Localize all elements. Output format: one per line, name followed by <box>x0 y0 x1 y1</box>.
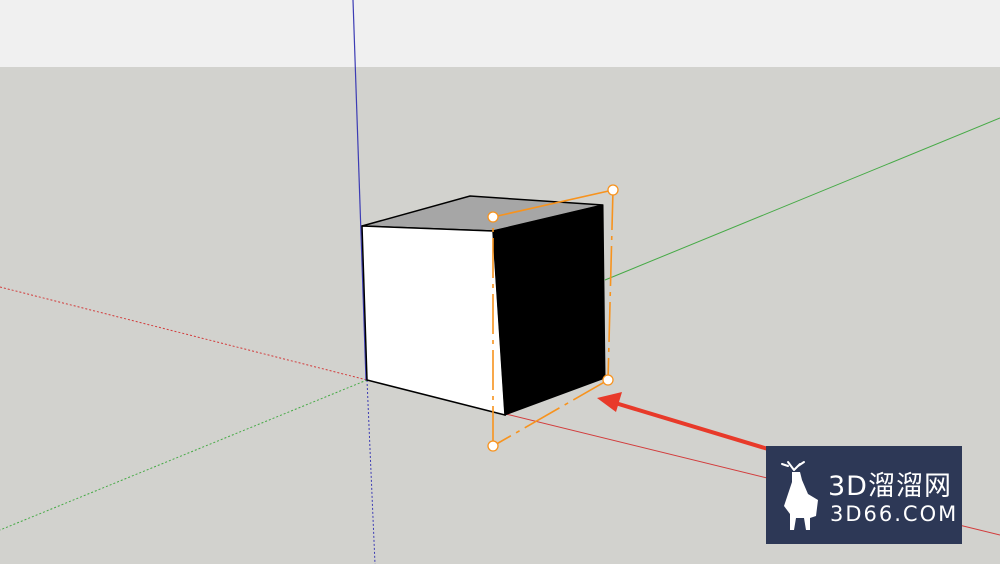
grip-handle-top-right[interactable] <box>607 184 619 196</box>
grip-handle-bottom-right[interactable] <box>602 374 614 386</box>
grip-handle-bottom-left[interactable] <box>487 440 499 452</box>
watermark-url: 3D66.COM <box>830 502 959 526</box>
watermark-panel: 3D溜溜网 3D66.COM <box>766 446 962 544</box>
deer-logo-icon <box>774 458 824 532</box>
grip-handle-top-left[interactable] <box>487 211 499 223</box>
cube-right-face[interactable] <box>492 204 606 416</box>
sky <box>0 0 1000 67</box>
sketchup-viewport[interactable]: 3D溜溜网 3D66.COM <box>0 0 1000 564</box>
watermark-title: 3D溜溜网 <box>828 471 952 502</box>
